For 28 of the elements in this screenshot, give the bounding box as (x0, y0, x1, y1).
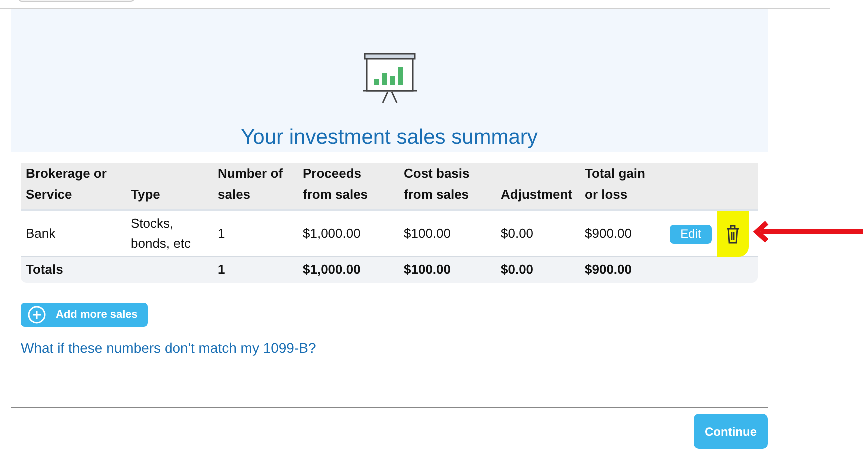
page-title: Your investment sales summary (241, 126, 538, 150)
table-cell-text: $0.00 (500, 225, 535, 243)
presentation-chart-icon (362, 52, 418, 106)
help-link[interactable]: What if these numbers don't match my 1099-B? (21, 338, 758, 359)
table-cell-text: $900.00 (584, 225, 633, 243)
column-header: Number of sales (217, 165, 284, 204)
continue-button[interactable]: Continue (694, 414, 768, 449)
column-header: Cost basis from sales (403, 165, 471, 204)
plus-circle-icon (28, 306, 46, 324)
table-cell-text: 1 (217, 225, 226, 243)
trash-icon[interactable] (726, 224, 740, 244)
table-cell-text: Stocks, bonds, etc (130, 215, 192, 253)
totals-cell-text: $100.00 (403, 261, 452, 280)
column-header: Total gain or loss (584, 165, 646, 204)
table-cell-text: Bank (25, 225, 57, 243)
add-sales-button[interactable]: Add more sales (21, 303, 148, 327)
edit-button[interactable]: Edit (670, 225, 712, 244)
column-header: Type (130, 186, 162, 204)
table-cell-text: $100.00 (403, 225, 452, 243)
totals-cell-text: 1 (217, 261, 226, 280)
column-header: Proceeds from sales (302, 165, 370, 204)
totals-label: Totals (25, 261, 64, 280)
totals-cell-text: $1,000.00 (302, 261, 362, 280)
column-header: Brokerage or Service (25, 165, 108, 204)
table-cell-text: $1,000.00 (302, 225, 362, 243)
totals-cell-text: $0.00 (500, 261, 535, 280)
totals-cell-text: $900.00 (584, 261, 633, 280)
column-header: Adjustment (500, 186, 574, 204)
